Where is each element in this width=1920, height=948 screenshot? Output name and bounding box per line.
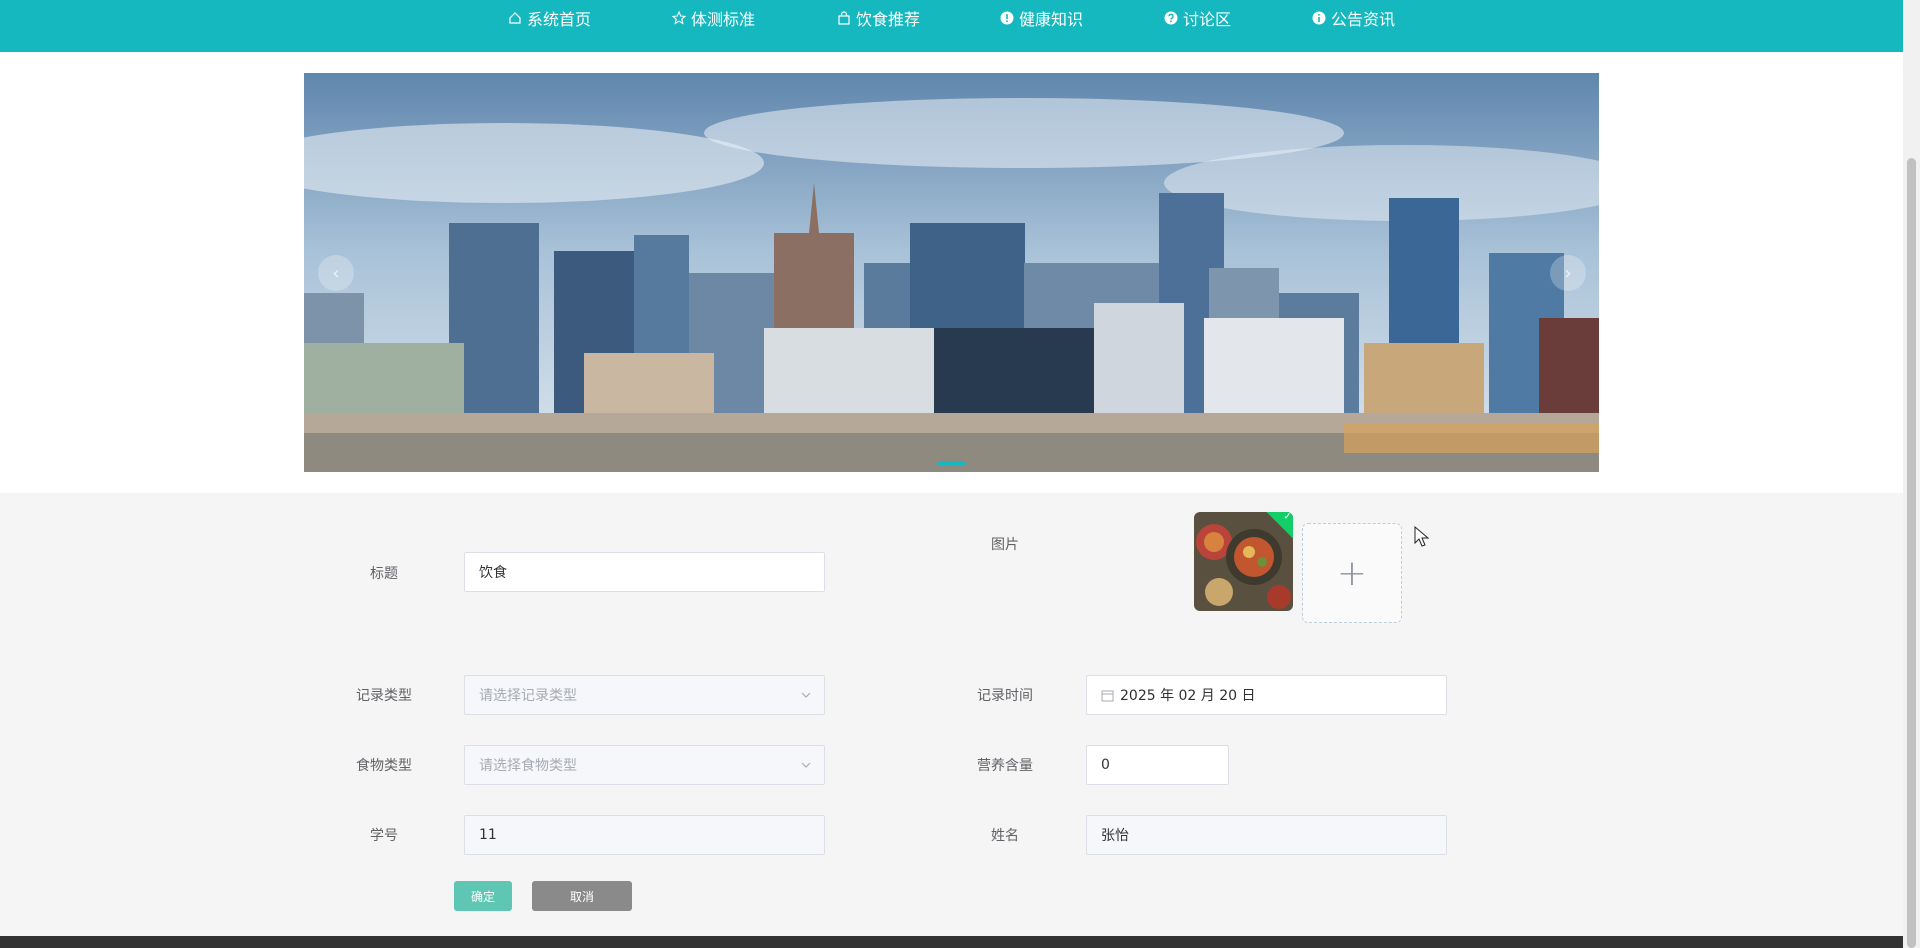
title-label: 标题: [370, 566, 398, 582]
page-scrollbar[interactable]: [1903, 0, 1920, 948]
record-type-placeholder: 请选择记录类型: [479, 688, 577, 704]
record-time-value: 2025 年 02 月 20 日: [1120, 688, 1256, 704]
star-icon: [672, 11, 686, 25]
check-icon: ✓: [1283, 512, 1292, 523]
food-type-placeholder: 请选择食物类型: [479, 758, 577, 774]
bag-icon: [838, 11, 850, 25]
nav-item-discussion[interactable]: 讨论区: [1164, 0, 1231, 36]
name-input[interactable]: 张怡: [1086, 815, 1447, 855]
record-type-select[interactable]: 请选择记录类型: [464, 675, 825, 715]
mouse-cursor-icon: [1414, 526, 1430, 547]
calendar-icon: [1101, 690, 1114, 701]
record-type-label: 记录类型: [356, 688, 412, 704]
nav-item-label: 体测标准: [691, 10, 756, 29]
cancel-button[interactable]: 取消: [532, 881, 632, 911]
carousel-indicator[interactable]: [938, 461, 966, 465]
nav-item-label: 饮食推荐: [856, 10, 921, 29]
name-label: 姓名: [991, 828, 1019, 844]
food-thumbnail: [1194, 512, 1293, 611]
image-label: 图片: [991, 537, 1019, 553]
nav-item-home[interactable]: 系统首页: [508, 0, 591, 36]
chevron-down-icon: [801, 692, 811, 698]
chevron-down-icon: [801, 762, 811, 768]
nav-item-fitness-standard[interactable]: 体测标准: [672, 0, 755, 36]
nav-item-label: 讨论区: [1183, 10, 1232, 29]
nav-item-label: 健康知识: [1019, 10, 1084, 29]
record-time-label: 记录时间: [977, 688, 1033, 704]
record-time-datepicker[interactable]: 2025 年 02 月 20 日: [1086, 675, 1447, 715]
nutrition-input[interactable]: 0: [1086, 745, 1229, 785]
title-input[interactable]: 饮食: [464, 552, 825, 592]
confirm-button[interactable]: 确定: [454, 881, 512, 911]
uploaded-food-image[interactable]: ✓: [1194, 512, 1293, 611]
food-type-select[interactable]: 请选择食物类型: [464, 745, 825, 785]
banner-carousel: ‹ ›: [304, 73, 1599, 472]
student-id-label: 学号: [370, 828, 398, 844]
nutrition-label: 营养含量: [977, 758, 1033, 774]
home-icon: [509, 12, 521, 24]
nav-item-label: 公告资讯: [1331, 10, 1396, 29]
nav-item-health-knowledge[interactable]: 健康知识: [1000, 0, 1083, 36]
info-circle-icon: [1312, 11, 1326, 25]
nav-item-label: 系统首页: [527, 10, 592, 29]
student-id-input[interactable]: 11: [464, 815, 825, 855]
question-circle-icon: [1164, 11, 1178, 25]
carousel-next-button[interactable]: ›: [1550, 255, 1586, 291]
scrollbar-thumb[interactable]: [1907, 158, 1916, 948]
form-panel: [0, 493, 1903, 936]
top-nav: 系统首页 体测标准 饮食推荐 健康知识 讨论区 公告资讯: [0, 0, 1903, 52]
nav-item-announcements[interactable]: 公告资讯: [1312, 0, 1395, 36]
image-upload-button[interactable]: +: [1302, 523, 1402, 623]
city-skyline-image: [304, 73, 1599, 472]
info-circle-icon: [1000, 11, 1014, 25]
food-type-label: 食物类型: [356, 758, 412, 774]
footer: [0, 936, 1903, 948]
nav-item-diet[interactable]: 饮食推荐: [837, 0, 920, 36]
carousel-prev-button[interactable]: ‹: [318, 255, 354, 291]
